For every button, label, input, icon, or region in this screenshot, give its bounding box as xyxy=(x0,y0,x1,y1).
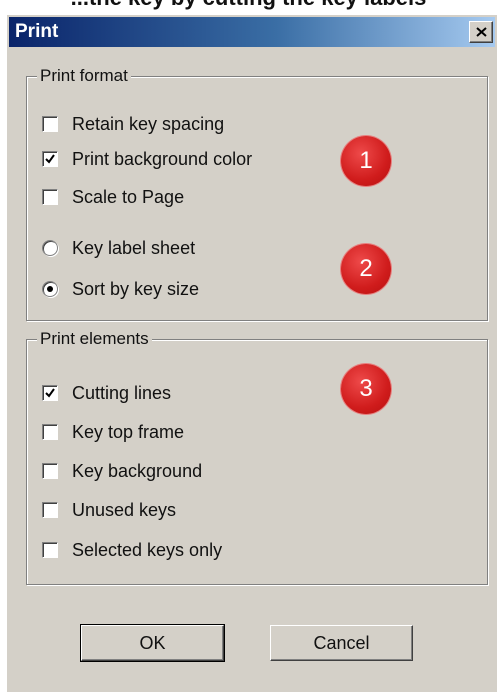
unused-keys-label: Unused keys xyxy=(72,499,177,520)
key-background-label: Key background xyxy=(72,460,203,481)
ok-button[interactable]: OK xyxy=(80,624,225,662)
print-dialog: Print Print format Retain key spacing Pr… xyxy=(6,14,497,692)
key-label-sheet-label: Key label sheet xyxy=(72,237,196,258)
sort-by-key-size-option[interactable]: Sort by key size xyxy=(42,276,199,302)
print-background-color-option[interactable]: Print background color xyxy=(42,146,252,172)
sort-by-key-size-radio[interactable] xyxy=(42,281,58,297)
unused-keys-checkbox[interactable] xyxy=(42,502,58,518)
key-background-option[interactable]: Key background xyxy=(42,458,202,484)
retain-key-spacing-label: Retain key spacing xyxy=(72,113,225,134)
key-label-sheet-radio[interactable] xyxy=(42,240,58,256)
key-top-frame-checkbox[interactable] xyxy=(42,424,58,440)
selected-keys-only-checkbox[interactable] xyxy=(42,542,58,558)
checkmark-icon xyxy=(45,154,55,164)
key-top-frame-option[interactable]: Key top frame xyxy=(42,419,184,445)
print-format-legend: Print format xyxy=(37,66,131,86)
screenshot: ...the key by cutting the key labels Pri… xyxy=(0,0,497,692)
selected-keys-only-label: Selected keys only xyxy=(72,539,223,560)
close-button[interactable] xyxy=(469,21,493,43)
key-label-sheet-option[interactable]: Key label sheet xyxy=(42,235,195,261)
retain-key-spacing-option[interactable]: Retain key spacing xyxy=(42,111,224,137)
cutting-lines-option[interactable]: Cutting lines xyxy=(42,380,171,406)
title-bar[interactable]: Print xyxy=(9,17,495,47)
sort-by-key-size-label: Sort by key size xyxy=(72,278,200,299)
annotation-badge-1: 1 xyxy=(341,136,391,186)
scale-to-page-option[interactable]: Scale to Page xyxy=(42,184,184,210)
cutting-lines-label: Cutting lines xyxy=(72,382,172,403)
top-caption-cropped: ...the key by cutting the key labels xyxy=(0,0,497,10)
cancel-button[interactable]: Cancel xyxy=(270,625,413,661)
selected-keys-only-option[interactable]: Selected keys only xyxy=(42,537,222,563)
print-background-color-label: Print background color xyxy=(72,148,253,169)
key-background-checkbox[interactable] xyxy=(42,463,58,479)
unused-keys-option[interactable]: Unused keys xyxy=(42,497,176,523)
cutting-lines-checkbox[interactable] xyxy=(42,385,58,401)
scale-to-page-checkbox[interactable] xyxy=(42,189,58,205)
close-icon xyxy=(476,27,487,37)
key-top-frame-label: Key top frame xyxy=(72,421,185,442)
checkmark-icon xyxy=(45,388,55,398)
print-background-color-checkbox[interactable] xyxy=(42,151,58,167)
annotation-badge-2: 2 xyxy=(341,244,391,294)
print-elements-legend: Print elements xyxy=(37,329,152,349)
scale-to-page-label: Scale to Page xyxy=(72,186,185,207)
dialog-title: Print xyxy=(15,21,59,42)
annotation-badge-3: 3 xyxy=(341,364,391,414)
retain-key-spacing-checkbox[interactable] xyxy=(42,116,58,132)
